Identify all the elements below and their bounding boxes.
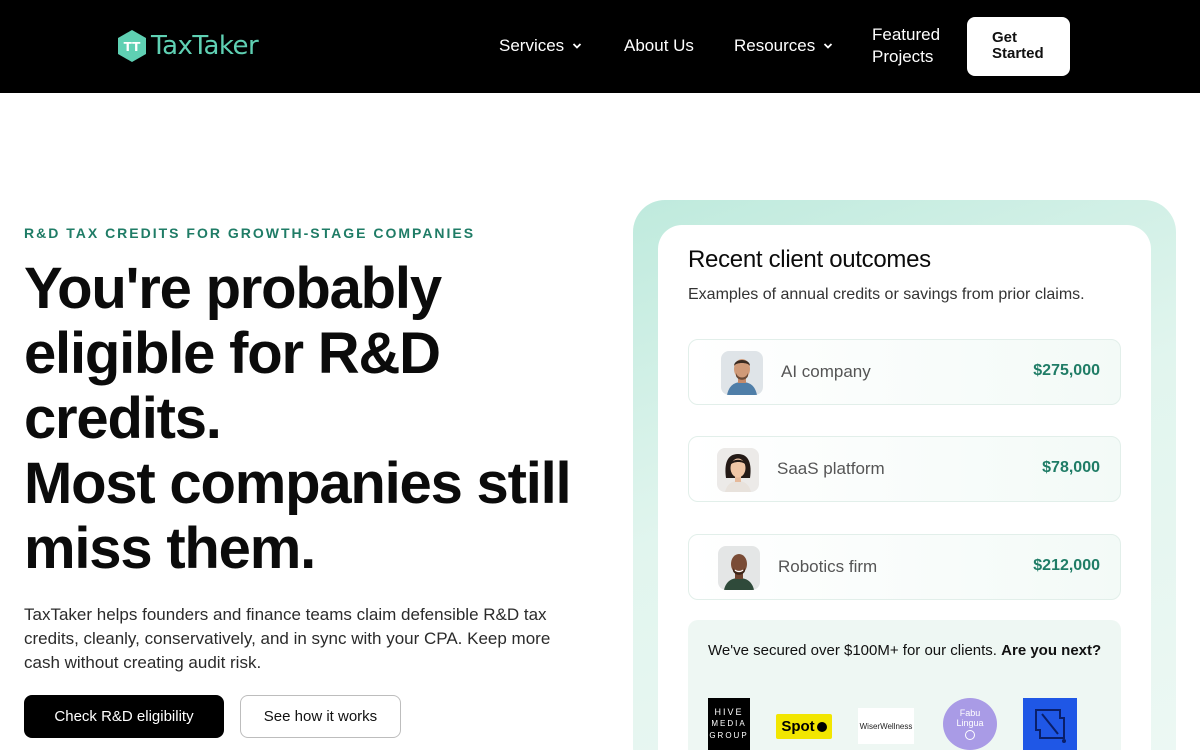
chevron-down-icon <box>573 43 582 49</box>
secured-question: Are you next? <box>1001 642 1102 659</box>
chevron-down-icon <box>824 43 833 49</box>
brand-logo[interactable]: TT TaxTaker <box>117 29 259 63</box>
man-avatar <box>721 351 763 395</box>
outcome-label: AI company <box>781 362 871 381</box>
outcome-label: Robotics firm <box>778 557 878 576</box>
nav-resources-label: Resources <box>734 36 816 55</box>
nav-about-us-label: About Us <box>624 36 694 55</box>
see-how-it-works-button[interactable]: See how it works <box>240 695 401 738</box>
fabu-lingua-logo: Fabu Lingua <box>943 698 997 750</box>
outcome-label: SaaS platform <box>777 459 885 478</box>
nav-services-label: Services <box>499 36 565 55</box>
spot-logo: Spot <box>776 714 832 739</box>
secured-callout: We've secured over $100M+ for our client… <box>688 620 1121 750</box>
secured-statement: We've secured over $100M+ for our client… <box>708 642 997 659</box>
woman-avatar <box>717 448 759 492</box>
top-navbar: TT TaxTaker Services About Us Resources … <box>0 0 1200 93</box>
hero-eyebrow: R&D TAX CREDITS FOR GROWTH-STAGE COMPANI… <box>24 225 476 241</box>
secured-text: We've secured over $100M+ for our client… <box>708 640 1108 661</box>
nav-featured-projects[interactable]: Featured Projects <box>872 24 952 68</box>
hero-headline: You're probably eligible for R&D credits… <box>24 256 584 581</box>
nav-services[interactable]: Services <box>499 36 582 56</box>
outcomes-title: Recent client outcomes <box>688 246 931 273</box>
outcome-row: AI company $275,000 <box>688 339 1121 405</box>
hero-headline-line2: Most companies still miss them. <box>24 451 572 581</box>
hexagon-logo-icon: TT <box>118 30 146 62</box>
outcome-row: Robotics firm $212,000 <box>688 534 1121 600</box>
blue-square-logo <box>1023 698 1077 750</box>
nav-resources[interactable]: Resources <box>734 36 833 56</box>
man-avatar-2 <box>718 546 760 590</box>
outcome-amount: $78,000 <box>1042 459 1100 476</box>
outcomes-subtitle: Examples of annual credits or savings fr… <box>688 286 1085 303</box>
hive-media-group-logo: HIVE MEDIA GROUP <box>708 698 750 750</box>
check-eligibility-button[interactable]: Check R&D eligibility <box>24 695 224 738</box>
blue-square-mark-icon <box>1035 709 1066 743</box>
outcome-amount: $212,000 <box>1033 557 1100 574</box>
outcome-row: SaaS platform $78,000 <box>688 436 1121 502</box>
outcome-amount: $275,000 <box>1033 362 1100 379</box>
wiser-wellness-logo: WiserWellness <box>858 708 914 744</box>
brand-name: TaxTaker <box>151 31 259 61</box>
svg-text:TT: TT <box>124 40 141 54</box>
hero-headline-line1: You're probably eligible for R&D credits… <box>24 256 442 451</box>
get-started-button[interactable]: Get Started <box>967 17 1070 76</box>
hero-lead: TaxTaker helps founders and finance team… <box>24 605 551 672</box>
nav-about-us[interactable]: About Us <box>624 36 694 56</box>
